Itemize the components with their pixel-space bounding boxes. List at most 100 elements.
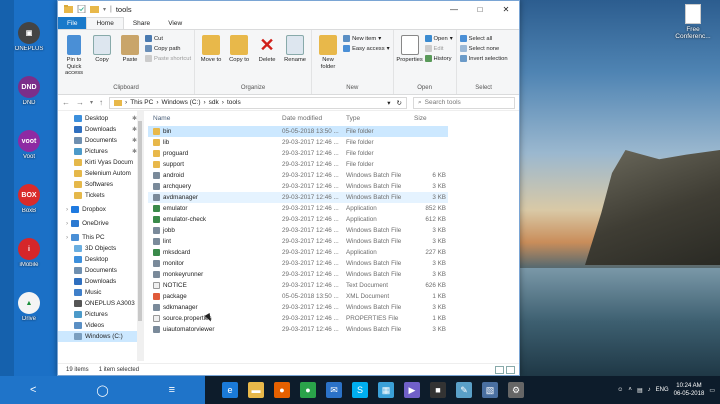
home-nav-icon[interactable]: ◯ [96,384,108,397]
language-indicator[interactable]: ENG [656,387,669,393]
paste-shortcut-button[interactable]: Paste shortcut [145,55,191,62]
close-button[interactable]: ✕ [493,1,519,17]
cut-button[interactable]: Cut [145,35,191,42]
large-icons-view-icon[interactable] [506,365,515,374]
new-folder-button[interactable]: New folder [315,32,341,85]
sidebar-item-dropbox[interactable]: › Dropbox [58,204,143,215]
desktop-shortcut-oneplus[interactable]: ▣ ONEPLUS [5,22,53,52]
table-row[interactable]: NOTICE 29-03-2017 12:46 ... Text Document 6… [148,280,448,291]
address-dropdown-icon[interactable]: ▾ [387,99,390,107]
table-row[interactable]: support 29-03-2017 12:46 ... File folder [148,159,448,170]
easy-access-button[interactable]: Easy access ▾ [343,45,390,52]
desktop-shortcut-dnd[interactable]: DND DND [5,76,53,106]
desktop-shortcut-drive[interactable]: ▲ Drive [5,292,53,322]
table-row[interactable]: uiautomatorviewer 29-03-2017 12:46 ... Win… [148,324,448,335]
media-icon[interactable]: ▶ [404,382,420,398]
firefox-icon[interactable]: ● [274,382,290,398]
up-arrow-icon[interactable]: ↑ [99,98,103,107]
sidebar-item-documents[interactable]: Documents [58,265,143,276]
breadcrumb-windows-c[interactable]: Windows (C:) [161,99,200,106]
table-row[interactable]: monkeyrunner 29-03-2017 12:46 ... Windows … [148,269,448,280]
skype-icon[interactable]: S [352,382,368,398]
tab-file[interactable]: File [58,17,87,29]
table-row[interactable]: bin 05-05-2018 13:50 ... File folder [148,126,448,137]
sidebar-item-this-pc[interactable]: › This PC [58,232,143,243]
refresh-icon[interactable]: ↻ [397,99,402,107]
chevron-up-icon[interactable]: ˄ [628,387,632,393]
clock[interactable]: 10:24 AM 06-05-2018 [674,382,705,398]
file-explorer-icon[interactable]: ▬ [248,382,264,398]
pin-to-quick-access-button[interactable]: Pin to Quick access [61,32,87,85]
sidebar-item-desktop[interactable]: Desktop [58,254,143,265]
column-size[interactable]: Size [414,115,446,122]
scrollbar-thumb[interactable] [138,121,142,321]
table-row[interactable]: sdkmanager 29-03-2017 12:46 ... Windows Ba… [148,302,448,313]
desktop-shortcut-voot[interactable]: voot Voot [5,130,53,160]
store-icon[interactable]: ▦ [378,382,394,398]
network-icon[interactable]: ▤ [637,387,643,394]
menu-nav-icon[interactable]: ≡ [169,384,175,396]
table-row[interactable]: emulator-check 29-03-2017 12:46 ... Applic… [148,214,448,225]
table-row[interactable]: android 29-03-2017 12:46 ... Windows Batch… [148,170,448,181]
open-button[interactable]: Open ▾ [424,35,453,42]
quick-access-dropdown-icon[interactable]: ▾ [103,6,106,13]
history-button[interactable]: History [424,55,453,62]
breadcrumb-tools[interactable]: tools [227,99,241,106]
sidebar-item-windows-c[interactable]: Windows (C:) [58,331,143,342]
table-row[interactable]: mksdcard 29-03-2017 12:46 ... Application 2… [148,247,448,258]
properties-button[interactable]: Properties [396,32,423,85]
maximize-button[interactable]: □ [467,1,493,17]
breadcrumb-sdk[interactable]: sdk [209,99,219,106]
tab-share[interactable]: Share [124,17,159,29]
notepad-icon[interactable]: ✎ [456,382,472,398]
sidebar-item-kirti-vyas-docum[interactable]: Kirti Vyas Docum [58,157,143,168]
table-row[interactable]: monitor 29-03-2017 12:46 ... Windows Batch… [148,258,448,269]
copy-path-button[interactable]: Copy path [145,45,191,52]
address-bar[interactable]: › This PC › Windows (C:) › sdk › tools ▾… [109,96,407,109]
column-date-modified[interactable]: Date modified [282,115,346,122]
table-row[interactable]: lint 29-03-2017 12:46 ... Windows Batch Fi… [148,236,448,247]
navigation-pane-scrollbar[interactable] [137,111,143,361]
delete-button[interactable]: ✕ Delete [254,32,280,85]
sidebar-item-downloads[interactable]: Downloads [58,276,143,287]
minimize-button[interactable]: — [441,1,467,17]
table-row[interactable]: lib 29-03-2017 12:46 ... File folder [148,137,448,148]
sidebar-item-pictures[interactable]: Pictures [58,309,143,320]
chrome-icon[interactable]: ● [300,382,316,398]
sidebar-item-downloads[interactable]: Downloads ✱ [58,124,143,135]
sidebar-item-tickets[interactable]: Tickets [58,190,143,201]
table-row[interactable]: emulator 29-03-2017 12:46 ... Application 8… [148,203,448,214]
sidebar-item-3d-objects[interactable]: 3D Objects [58,243,143,254]
tab-view[interactable]: View [159,17,191,29]
select-none-button[interactable]: Select none [459,45,508,52]
table-row[interactable]: avdmanager 29-03-2017 12:46 ... Windows Ba… [148,192,448,203]
sidebar-item-desktop[interactable]: Desktop ✱ [58,113,143,124]
forward-arrow-icon[interactable]: → [76,98,84,107]
table-row[interactable]: proguard 29-03-2017 12:46 ... File folder [148,148,448,159]
tab-home[interactable]: Home [86,17,124,29]
sidebar-item-selenium-autom[interactable]: Selenium Autom [58,168,143,179]
search-input[interactable]: ⌕ Search tools [413,96,515,109]
desktop-shortcut-boxb[interactable]: BOX BoxB [5,184,53,214]
expand-chevron-icon[interactable]: › [66,234,68,241]
select-all-button[interactable]: Select all [459,35,508,42]
paste-button[interactable]: Paste [117,32,143,85]
people-icon[interactable]: ☺ [617,387,623,393]
rename-button[interactable]: Rename [282,32,308,85]
volume-icon[interactable]: ♪ [648,387,651,393]
breadcrumb-this-pc[interactable]: This PC [130,99,153,106]
sidebar-item-pictures[interactable]: Pictures ✱ [58,146,143,157]
sidebar-item-videos[interactable]: Videos [58,320,143,331]
new-folder-quick-icon[interactable] [90,5,99,13]
sidebar-item-onedrive[interactable]: › OneDrive [58,218,143,229]
copy-button[interactable]: Copy [89,32,115,85]
sidebar-item-oneplus-a3003[interactable]: ONEPLUS A3003 [58,298,143,309]
back-arrow-icon[interactable]: ← [62,98,70,107]
invert-selection-button[interactable]: Invert selection [459,55,508,62]
expand-chevron-icon[interactable]: › [66,220,68,227]
table-row[interactable]: package 05-05-2018 13:50 ... XML Document 1… [148,291,448,302]
details-view-icon[interactable] [495,365,504,374]
edge-icon[interactable]: e [222,382,238,398]
settings-app-icon[interactable]: ⚙ [508,382,524,398]
table-row[interactable]: jobb 29-03-2017 12:46 ... Windows Batch Fi… [148,225,448,236]
